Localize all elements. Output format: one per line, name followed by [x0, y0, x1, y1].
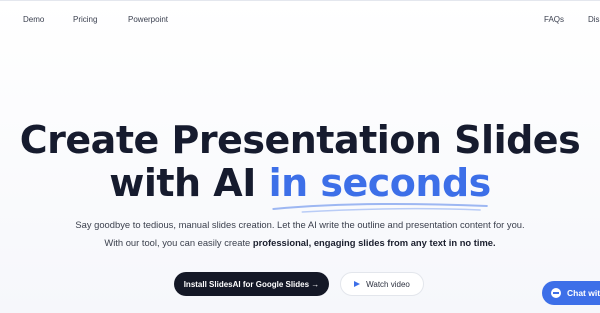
chat-widget-button[interactable]: Chat with	[542, 281, 600, 305]
chat-bubble-icon	[551, 288, 561, 298]
nav-link-discord[interactable]: Dis	[588, 15, 600, 24]
hero-subtitle-line1: Say goodbye to tedious, manual slides cr…	[75, 219, 525, 230]
header-divider	[0, 0, 600, 1]
hero-title-line1: Create Presentation Slides	[19, 118, 581, 162]
hero-title-line2: with AI in seconds	[0, 160, 600, 213]
hero-subtitle-line2: With our tool, you can easily create pro…	[0, 237, 600, 248]
chat-label: Chat with	[567, 288, 600, 298]
underline-swoosh-icon	[271, 203, 488, 213]
subtitle-bold: professional, engaging slides from any t…	[252, 237, 496, 248]
play-icon	[354, 281, 361, 287]
nav-link-faqs[interactable]: FAQs	[544, 15, 564, 24]
hero-accent-text: in seconds	[268, 161, 492, 205]
nav-link-demo[interactable]: Demo	[23, 15, 44, 24]
top-nav: Demo Pricing Powerpoint FAQs Dis	[0, 15, 600, 29]
hero-title-prefix: with AI	[109, 161, 269, 205]
nav-link-pricing[interactable]: Pricing	[73, 15, 97, 24]
hero-title-accent: in seconds	[268, 160, 492, 213]
subtitle-prefix: With our tool, you can easily create	[104, 237, 253, 248]
watch-video-label: Watch video	[366, 279, 410, 289]
nav-link-powerpoint[interactable]: Powerpoint	[128, 15, 168, 24]
install-button[interactable]: Install SlidesAI for Google Slides →	[174, 272, 329, 296]
watch-video-button[interactable]: Watch video	[340, 272, 424, 296]
